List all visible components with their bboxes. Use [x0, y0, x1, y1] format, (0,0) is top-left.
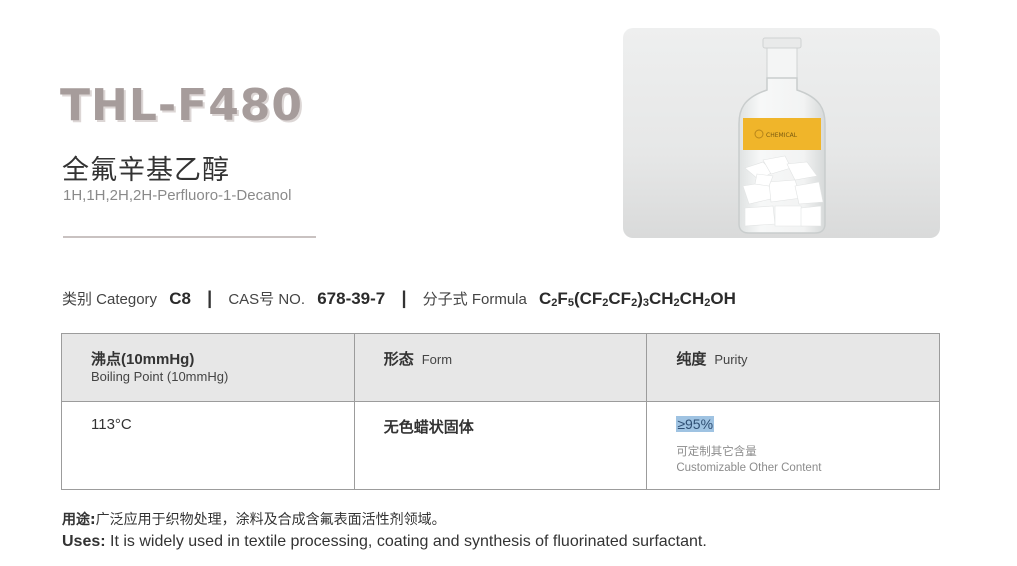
- spec-summary-line: 类别 Category C8 | CAS号 NO. 678-39-7 | 分子式…: [62, 288, 736, 309]
- product-photo: CHEMICAL: [623, 28, 940, 238]
- separator: |: [207, 288, 213, 308]
- cas-value: 678-39-7: [317, 289, 386, 308]
- cas-label: CAS号 NO.: [228, 291, 306, 308]
- category-label: 类别 Category: [62, 291, 158, 308]
- formula-label: 分子式 Formula: [422, 291, 527, 308]
- boiling-point-value: 113°C: [61, 401, 355, 490]
- separator: |: [401, 288, 407, 308]
- product-name-en: 1H,1H,2H,2H-Perfluoro-1-Decanol: [63, 187, 292, 204]
- category-value: C8: [169, 289, 191, 308]
- purity-value: ≥95%: [676, 416, 715, 432]
- uses-cn: 用途:广泛应用于织物处理，涂料及合成含氟表面活性剂领域。: [62, 512, 446, 528]
- title-divider: [63, 236, 316, 238]
- product-model: THL-F480: [60, 80, 304, 131]
- table-row: 113°C 无色蜡状固体 ≥95% 可定制其它含量 Customizable O…: [61, 401, 940, 490]
- purity-note-cn: 可定制其它含量: [676, 446, 757, 458]
- purity-note-en: Customizable Other Content: [676, 462, 822, 474]
- header-purity: 纯度 Purity: [646, 333, 940, 402]
- form-value: 无色蜡状固体: [353, 401, 648, 490]
- product-name-cn: 全氟辛基乙醇: [62, 155, 230, 186]
- header-boiling-point: 沸点(10mmHg) Boiling Point (10mmHg): [61, 333, 355, 402]
- properties-table: 沸点(10mmHg) Boiling Point (10mmHg) 形态 Form…: [61, 333, 940, 490]
- header-form: 形态 Form: [353, 333, 648, 402]
- formula-value: C2F5(CF2CF2)3CH2CH2OH: [539, 289, 736, 309]
- uses-en: Uses: It is widely used in textile proce…: [62, 533, 707, 550]
- purity-cell: ≥95% 可定制其它含量 Customizable Other Content: [646, 401, 940, 490]
- bottle-label-text: CHEMICAL: [766, 132, 798, 139]
